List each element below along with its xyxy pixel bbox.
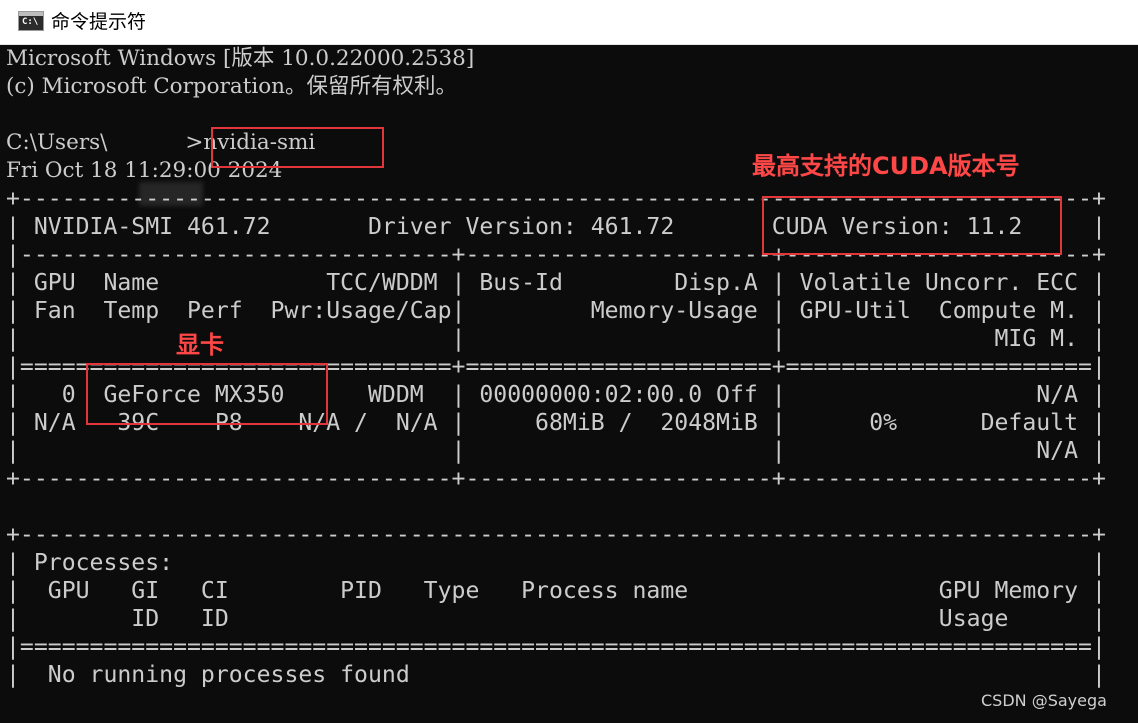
cmd-app-icon: C:\	[18, 11, 44, 31]
smi-line: | | | MIG M. |	[6, 326, 1106, 352]
smi-line: | GPU GI CI PID Type Process name GPU Me…	[6, 578, 1106, 604]
cmd-window: C:\ 命令提示符 Microsoft Windows [版本 10.0.220…	[0, 0, 1138, 723]
smi-line: | No running processes found |	[6, 662, 1106, 688]
prompt-caret: >	[185, 130, 204, 155]
window-title: 命令提示符	[51, 11, 147, 33]
icon-glyph: C:\	[22, 17, 39, 27]
smi-line: +-------------------------------+-------…	[6, 466, 1106, 492]
version-line: Microsoft Windows [版本 10.0.22000.2538]	[6, 46, 475, 71]
smi-line: |=======================================…	[6, 634, 1106, 660]
gpu-name-highlight-box	[86, 363, 328, 425]
smi-line: | GPU Name TCC/WDDM | Bus-Id Disp.A | Vo…	[6, 270, 1106, 296]
icon-titlebar-strip	[19, 12, 43, 16]
title-bar[interactable]: C:\ 命令提示符	[0, 0, 1138, 45]
smi-line: +---------------------------------------…	[6, 522, 1106, 548]
prompt-path: C:\Users\	[6, 130, 108, 155]
copyright-line: (c) Microsoft Corporation。保留所有权利。	[6, 74, 457, 99]
cuda-version-highlight-box	[762, 196, 1062, 255]
cuda-annotation-label: 最高支持的CUDA版本号	[752, 152, 1020, 180]
gpu-annotation-label: 显卡	[176, 331, 224, 359]
csdn-watermark: CSDN @Sayega	[981, 691, 1107, 710]
smi-line: | | | N/A |	[6, 438, 1106, 464]
smi-line: | Processes: |	[6, 550, 1106, 576]
command-highlight-box	[211, 127, 384, 168]
smi-line: | Fan Temp Perf Pwr:Usage/Cap| Memory-Us…	[6, 298, 1106, 324]
smi-line: | ID ID Usage |	[6, 606, 1106, 632]
